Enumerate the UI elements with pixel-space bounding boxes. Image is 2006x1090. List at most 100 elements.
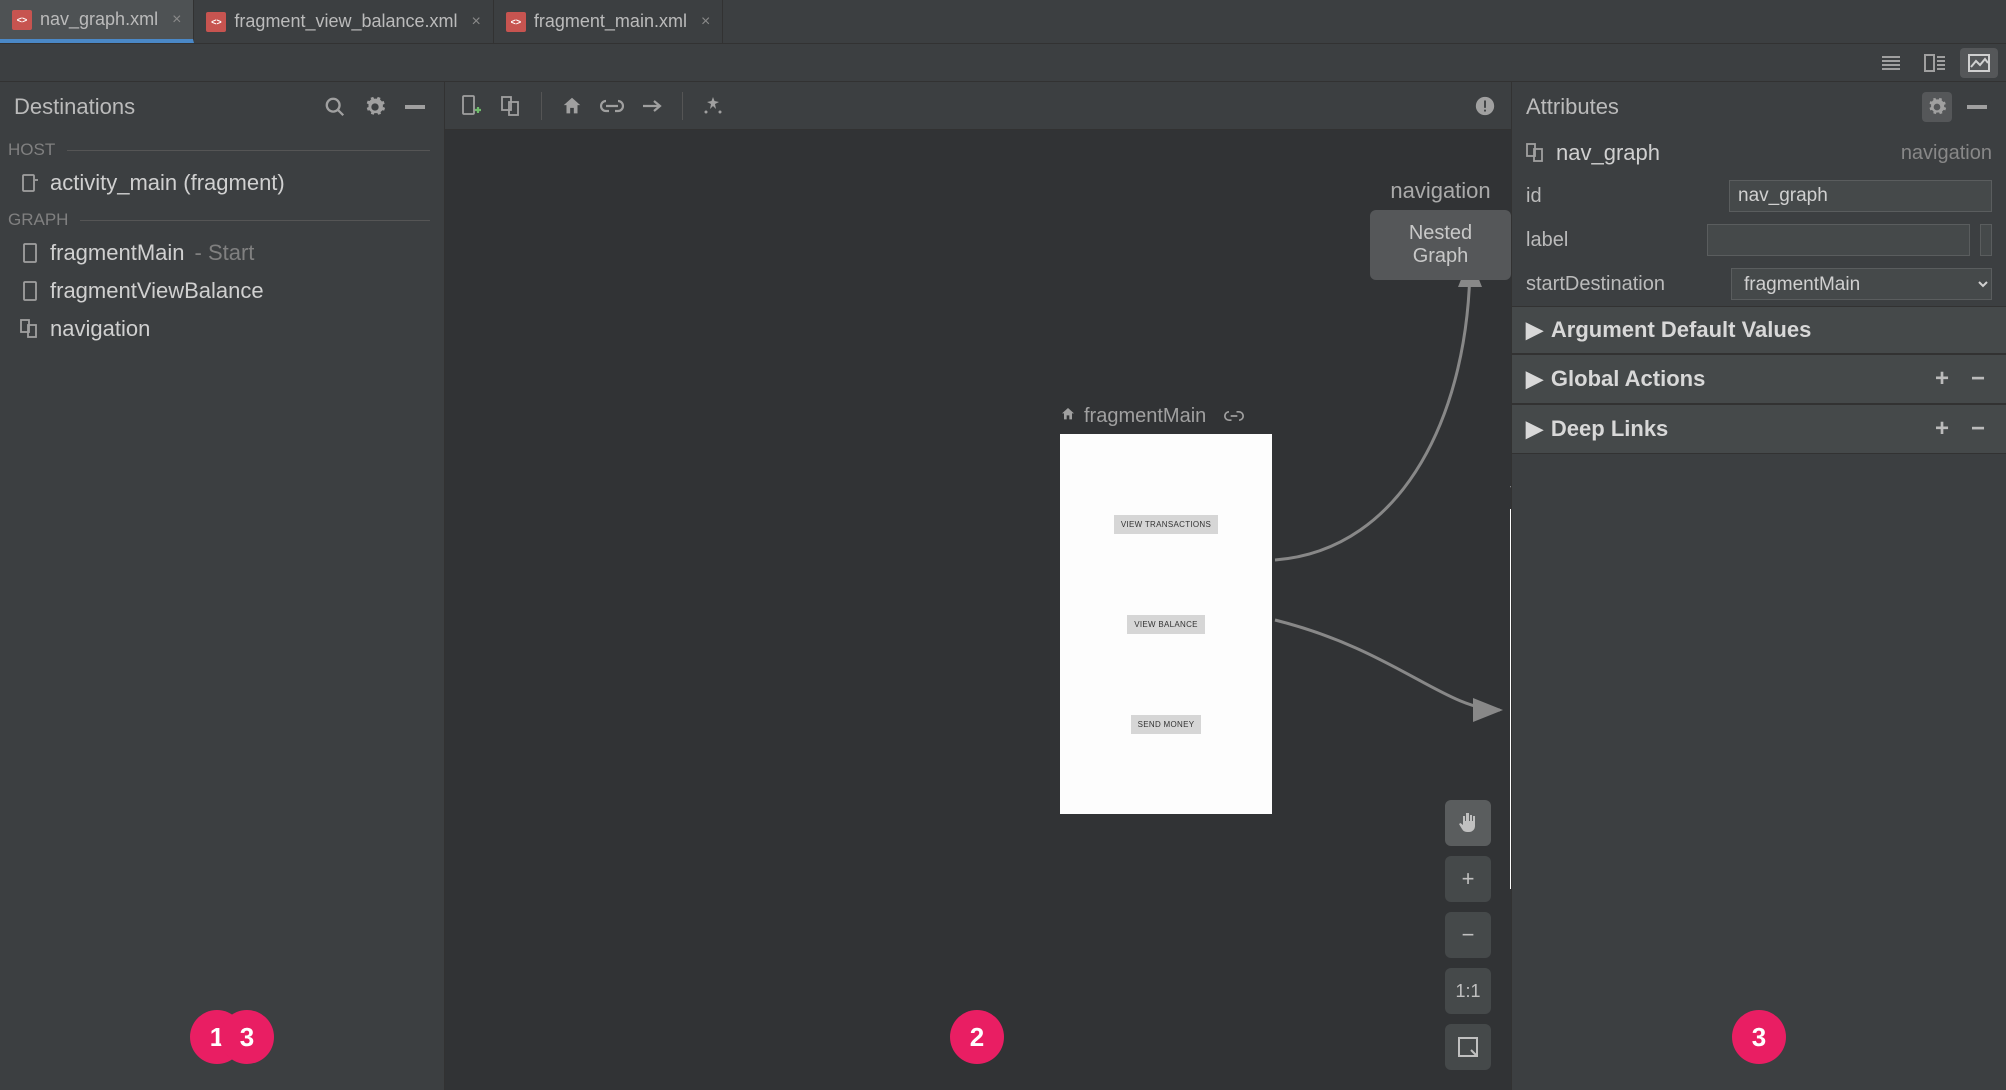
attributes-type-bar: nav_graph navigation <box>1512 132 2006 174</box>
section-argument-default-values[interactable]: ▶ Argument Default Values <box>1512 306 2006 354</box>
attributes-header: Attributes <box>1512 82 2006 132</box>
fragment-main-preview: VIEW TRANSACTIONS VIEW BALANCE SEND MONE… <box>1060 434 1272 814</box>
link-icon[interactable] <box>596 90 628 122</box>
action-arrow-icon[interactable] <box>636 90 668 122</box>
search-icon[interactable] <box>320 92 350 122</box>
code-view-icon[interactable] <box>1872 48 1910 78</box>
graph-item-fragment-main[interactable]: fragmentMain - Start <box>0 234 444 272</box>
host-item-activity-main[interactable]: activity_main (fragment) <box>0 164 444 202</box>
graph-canvas[interactable]: navigation Nested Graph fragmentMain VIE… <box>445 130 1511 1090</box>
close-icon[interactable]: × <box>701 13 710 31</box>
preview-button-view-transactions: VIEW TRANSACTIONS <box>1114 515 1218 534</box>
graph-item-navigation[interactable]: navigation <box>0 310 444 348</box>
nested-graph-icon[interactable] <box>495 90 527 122</box>
attr-input-label[interactable] <box>1707 224 1970 256</box>
link-icon <box>1224 405 1244 428</box>
graph-item-suffix: - Start <box>195 240 255 266</box>
new-destination-icon[interactable] <box>455 90 487 122</box>
graph-item-fragment-view-balance[interactable]: fragmentViewBalance <box>0 272 444 310</box>
design-view-icon[interactable] <box>1960 48 1998 78</box>
section-global-actions[interactable]: ▶ Global Actions + − <box>1512 354 2006 404</box>
fragment-icon <box>20 281 40 301</box>
tab-bar: nav_graph.xml × fragment_view_balance.xm… <box>0 0 2006 44</box>
fragment-view-balance-preview: $1 <box>1510 509 1511 889</box>
add-icon[interactable]: + <box>1928 365 1956 393</box>
section-label: Global Actions <box>1551 366 1705 392</box>
tab-nav-graph[interactable]: nav_graph.xml × <box>0 0 194 43</box>
gear-icon[interactable] <box>1922 92 1952 122</box>
close-icon[interactable]: × <box>172 11 181 29</box>
minimize-icon[interactable] <box>400 92 430 122</box>
warning-icon[interactable] <box>1469 90 1501 122</box>
pan-tool-icon[interactable] <box>1445 800 1491 846</box>
annotation-marker-3: 3 <box>220 1010 274 1064</box>
add-icon[interactable]: + <box>1928 415 1956 443</box>
tab-fragment-view-balance[interactable]: fragment_view_balance.xml × <box>194 0 493 43</box>
main-area: Destinations HOST activity_main (fragmen… <box>0 82 2006 1090</box>
zoom-in-icon[interactable]: + <box>1445 856 1491 902</box>
preview-button-view-balance: VIEW BALANCE <box>1127 615 1205 634</box>
attr-key-label: label <box>1526 229 1697 252</box>
lock-slot-icon[interactable] <box>1980 224 1993 256</box>
graph-toolbar <box>445 82 1511 130</box>
chevron-right-icon: ▶ <box>1526 317 1543 343</box>
attributes-title: Attributes <box>1526 94 1912 120</box>
attributes-type-name: nav_graph <box>1556 140 1660 166</box>
annotation-marker-3: 3 <box>1732 1010 1786 1064</box>
section-label: Deep Links <box>1551 416 1668 442</box>
attributes-panel: Attributes nav_graph navigation id label <box>1511 82 2006 1090</box>
fragment-icon <box>20 243 40 263</box>
attr-select-start-destination[interactable]: fragmentMain <box>1731 268 1992 300</box>
gear-icon[interactable] <box>360 92 390 122</box>
destinations-header: Destinations <box>0 82 444 132</box>
graph-section-label: GRAPH <box>0 202 444 234</box>
graph-item-label: fragmentMain <box>50 240 185 266</box>
home-icon <box>1060 405 1076 428</box>
section-label: Argument Default Values <box>1551 317 1811 343</box>
tab-label: nav_graph.xml <box>40 9 158 30</box>
fragment-main-node[interactable]: fragmentMain VIEW TRANSACTIONS VIEW BALA… <box>1060 405 1272 814</box>
attr-key-start-destination: startDestination <box>1526 273 1721 296</box>
destinations-panel: Destinations HOST activity_main (fragmen… <box>0 82 445 1090</box>
nested-graph-node[interactable]: navigation Nested Graph <box>1370 178 1511 280</box>
nested-graph-box: Nested Graph <box>1370 210 1511 280</box>
fragment-main-title: fragmentMain <box>1084 405 1206 428</box>
destinations-title: Destinations <box>14 94 310 120</box>
zoom-fit-icon[interactable] <box>1445 1024 1491 1070</box>
annotation-marker-2: 2 <box>950 1010 1004 1064</box>
zoom-out-icon[interactable]: − <box>1445 912 1491 958</box>
fragment-view-balance-title: fragmentViewBala... <box>1510 480 1511 503</box>
zoom-reset-icon[interactable]: 1:1 <box>1445 968 1491 1014</box>
remove-icon[interactable]: − <box>1964 415 1992 443</box>
view-switch-bar <box>0 44 2006 82</box>
close-icon[interactable]: × <box>472 13 481 31</box>
fragment-view-balance-header: fragmentViewBala... <box>1510 480 1511 503</box>
graph-item-label: navigation <box>50 316 150 342</box>
activity-icon <box>20 173 40 193</box>
xml-file-icon <box>206 12 226 32</box>
action-arrows <box>445 130 1511 1090</box>
xml-file-icon <box>12 10 32 30</box>
minimize-icon[interactable] <box>1962 92 1992 122</box>
host-item-label: activity_main (fragment) <box>50 170 285 196</box>
chevron-right-icon: ▶ <box>1526 416 1543 442</box>
attr-input-id[interactable] <box>1729 180 1992 212</box>
attr-key-id: id <box>1526 185 1719 208</box>
tab-fragment-main[interactable]: fragment_main.xml × <box>494 0 723 43</box>
zoom-controls: + − 1:1 <box>1445 800 1491 1070</box>
attr-row-label: label <box>1512 218 2006 262</box>
fragment-view-balance-node[interactable]: fragmentViewBala... $1 <box>1510 480 1511 889</box>
graph-item-label: fragmentViewBalance <box>50 278 264 304</box>
fragment-main-header: fragmentMain <box>1060 405 1272 428</box>
xml-file-icon <box>506 12 526 32</box>
remove-icon[interactable]: − <box>1964 365 1992 393</box>
section-deep-links[interactable]: ▶ Deep Links + − <box>1512 404 2006 454</box>
home-icon[interactable] <box>556 90 588 122</box>
split-view-icon[interactable] <box>1916 48 1954 78</box>
nested-graph-label: navigation <box>1370 178 1511 204</box>
graph-editor-panel: navigation Nested Graph fragmentMain VIE… <box>445 82 1511 1090</box>
chevron-right-icon: ▶ <box>1526 366 1543 392</box>
preview-button-send-money: SEND MONEY <box>1131 715 1202 734</box>
nested-graph-icon <box>20 319 40 339</box>
auto-arrange-icon[interactable] <box>697 90 729 122</box>
